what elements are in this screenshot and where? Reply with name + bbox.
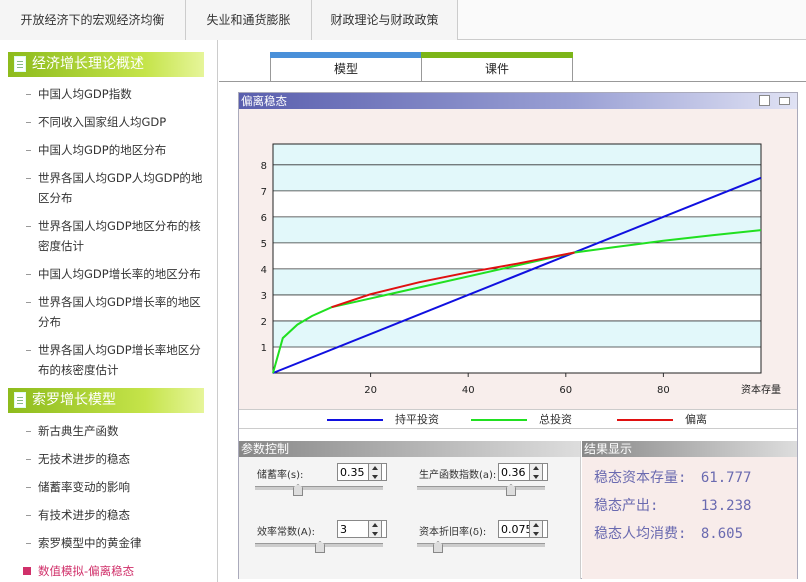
- legend-label: 总投资: [539, 413, 572, 426]
- result-output: 稳态产出: 13.238: [594, 495, 751, 515]
- results-panel: 结果显示 稳态资本存量: 61.777 稳态产出: 13.238 稳态人均消费:…: [582, 441, 797, 579]
- result-value: 13.238: [700, 498, 752, 514]
- parameter-controls: 参数控制 储蓄率(s): 生产函数指数(a): 效率常数(A): 资本折旧率(δ…: [239, 441, 581, 579]
- main-content: 模型 课件 偏离稳态 1 2 3 4 5 6 7 8 20 40 60 80 资本存量 持平投资 总投资…: [219, 40, 806, 582]
- document-icon: [14, 392, 26, 408]
- panel-title: 偏离稳态: [241, 94, 287, 108]
- result-value: 61.777: [700, 470, 752, 486]
- document-icon: [14, 56, 26, 72]
- result-capital: 稳态资本存量: 61.777: [594, 467, 751, 487]
- chart-area: 1 2 3 4 5 6 7 8 20 40 60 80 资本存量: [239, 109, 797, 409]
- x-tick-label: 80: [657, 385, 670, 396]
- section-title: 索罗增长模型: [32, 392, 116, 408]
- section-title: 经济增长理论概述: [32, 56, 144, 72]
- results-header: 结果显示: [582, 441, 797, 457]
- chart-legend: 持平投资 总投资 偏离: [239, 409, 797, 429]
- sidebar: 经济增长理论概述 中国人均GDP指数 不同收入国家组人均GDP 中国人均GDP的…: [0, 40, 218, 582]
- x-tick-label: 40: [462, 385, 475, 396]
- tab-open-economy[interactable]: 开放经济下的宏观经济均衡: [0, 0, 186, 40]
- sidebar-item-active[interactable]: 数值模拟-偏离稳态: [23, 561, 208, 581]
- y-tick-label: 4: [261, 265, 267, 276]
- x-axis-label: 资本存量: [741, 383, 781, 396]
- sidebar-item[interactable]: 中国人均GDP指数: [26, 84, 208, 104]
- legend-swatch-green: [471, 419, 527, 421]
- section-header-solow[interactable]: 索罗增长模型: [8, 388, 204, 413]
- top-navigation: 开放经济下的宏观经济均衡 失业和通货膨胀 财政理论与财政政策: [0, 0, 806, 40]
- restore-icon[interactable]: [759, 95, 770, 106]
- param-label: 生产函数指数(a):: [419, 470, 497, 481]
- tab-fiscal-policy[interactable]: 财政理论与财政政策: [312, 0, 458, 40]
- y-tick-label: 7: [261, 187, 267, 198]
- tab-label: 模型: [333, 62, 358, 76]
- grid-band: [273, 144, 761, 165]
- controls-header: 参数控制: [239, 441, 580, 457]
- param-label: 储蓄率(s):: [257, 470, 304, 481]
- production-index-spinner[interactable]: [529, 463, 543, 481]
- production-index-slider[interactable]: [417, 486, 545, 490]
- legend-label: 偏离: [685, 413, 707, 426]
- x-tick-label: 60: [559, 385, 572, 396]
- sidebar-item[interactable]: 世界各国人均GDP增长率地区分布的核密度估计: [26, 340, 208, 380]
- legend-swatch-red: [617, 419, 673, 421]
- sidebar-item[interactable]: 有技术进步的稳态: [26, 505, 208, 525]
- sidebar-item[interactable]: 无技术进步的稳态: [26, 449, 208, 469]
- tab-unemployment-inflation[interactable]: 失业和通货膨胀: [186, 0, 312, 40]
- grid-band: [273, 268, 761, 295]
- sidebar-item[interactable]: 新古典生产函数: [26, 421, 208, 441]
- tab-color-bar: [421, 52, 573, 58]
- y-tick-label: 1: [261, 343, 267, 354]
- savings-rate-spinner[interactable]: [368, 463, 382, 481]
- y-tick-label: 8: [261, 161, 267, 172]
- x-tick-label: 20: [364, 385, 377, 396]
- tab-model[interactable]: 模型: [270, 52, 422, 82]
- param-label: 资本折旧率(δ):: [419, 527, 487, 538]
- result-label: 稳态资本存量:: [594, 470, 687, 486]
- result-label: 稳态产出:: [594, 498, 659, 514]
- efficiency-constant-spinner[interactable]: [368, 520, 382, 538]
- result-label: 稳态人均消费:: [594, 526, 687, 542]
- maximize-icon[interactable]: [779, 97, 790, 105]
- sidebar-item[interactable]: 世界各国人均GDP增长率的地区分布: [26, 292, 208, 332]
- sidebar-item[interactable]: 世界各国人均GDP人均GDP的地区分布: [26, 168, 208, 208]
- panel-titlebar: 偏离稳态: [239, 93, 797, 109]
- tab-courseware[interactable]: 课件: [421, 52, 573, 82]
- result-consumption: 稳态人均消费: 8.605: [594, 523, 743, 543]
- savings-rate-slider[interactable]: [255, 486, 383, 490]
- y-tick-label: 3: [261, 291, 267, 302]
- y-tick-label: 2: [261, 317, 267, 328]
- grid-band: [273, 164, 761, 191]
- depreciation-rate-spinner[interactable]: [529, 520, 543, 538]
- simulation-panel: 偏离稳态 1 2 3 4 5 6 7 8 20 40 60 80 资本存量 持平投资 总投资 偏离 参数…: [238, 92, 798, 579]
- sidebar-item[interactable]: 中国人均GDP增长率的地区分布: [26, 264, 208, 284]
- chart-svg: 1 2 3 4 5 6 7 8 20 40 60 80 资本存量: [261, 143, 781, 396]
- y-tick-label: 5: [261, 239, 267, 250]
- tab-label: 课件: [484, 62, 509, 76]
- result-value: 8.605: [700, 526, 744, 542]
- legend-swatch-blue: [327, 419, 383, 421]
- sidebar-item[interactable]: 索罗模型中的黄金律: [26, 533, 208, 553]
- legend-label: 持平投资: [395, 413, 439, 426]
- tab-color-bar: [270, 52, 422, 58]
- y-tick-label: 6: [261, 213, 267, 224]
- sidebar-item[interactable]: 中国人均GDP的地区分布: [26, 140, 208, 160]
- param-label: 效率常数(A):: [257, 527, 316, 538]
- sidebar-item[interactable]: 世界各国人均GDP地区分布的核密度估计: [26, 216, 208, 256]
- sidebar-item[interactable]: 储蓄率变动的影响: [26, 477, 208, 497]
- sidebar-item[interactable]: 不同收入国家组人均GDP: [26, 112, 208, 132]
- section-header-growth-overview[interactable]: 经济增长理论概述: [8, 52, 204, 77]
